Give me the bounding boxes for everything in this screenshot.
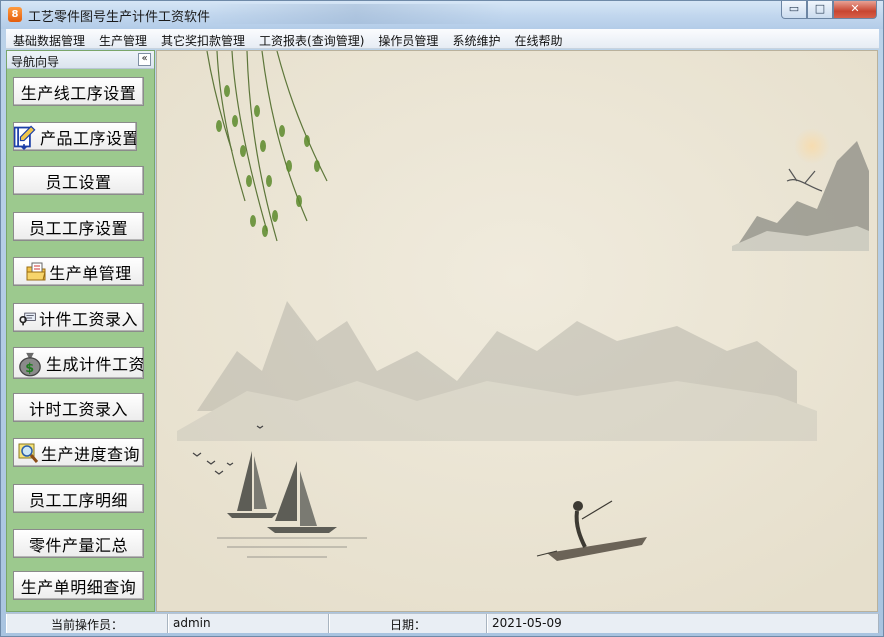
folder-document-icon	[26, 262, 46, 280]
close-button[interactable]: ✕	[833, 1, 877, 19]
sun	[794, 128, 830, 164]
sidebar-header: 导航向导 «	[7, 51, 154, 69]
nav-label: 生成计件工资	[46, 355, 144, 374]
status-date-value: 2021-05-09	[487, 614, 879, 633]
app-icon: 8	[8, 7, 22, 22]
nav-label: 生产线工序设置	[20, 83, 137, 103]
nav-label: 零件产量汇总	[28, 535, 128, 555]
nav-label: 计件工资录入	[38, 309, 138, 329]
sidebar-title: 导航向导	[11, 55, 60, 69]
ink-landscape-painting	[157, 51, 877, 611]
menu-basic-data[interactable]: 基础数据管理	[6, 29, 92, 49]
menu-online-help[interactable]: 在线帮助	[507, 29, 569, 49]
main-background-area	[156, 50, 878, 612]
menu-bonus-deduction[interactable]: 其它奖扣款管理	[154, 29, 252, 49]
menu-system[interactable]: 系统维护	[445, 29, 507, 49]
nav-label: 生产单明细查询	[20, 577, 137, 597]
title-bar[interactable]: 8 工艺零件图号生产计件工资软件 ▭ □ ✕	[1, 1, 883, 29]
nav-employee-process-details[interactable]: 员工工序明细	[13, 484, 144, 513]
nav-label: 计时工资录入	[28, 399, 128, 419]
nav-hourly-wage-entry[interactable]: 计时工资录入	[13, 393, 144, 422]
money-bag-icon: $	[19, 352, 41, 377]
nav-label: 生产进度查询	[40, 444, 140, 464]
nav-line-process-settings[interactable]: 生产线工序设置	[13, 77, 144, 106]
status-operator-label: 当前操作员：	[6, 614, 168, 633]
window-title: 工艺零件图号生产计件工资软件	[28, 10, 211, 25]
menu-bar: 基础数据管理 生产管理 其它奖扣款管理 工资报表(查询管理) 操作员管理 系统维…	[6, 29, 879, 49]
nav-piecework-wage-entry[interactable]: 计件工资录入	[13, 303, 144, 332]
nav-employee-settings[interactable]: 员工设置	[13, 166, 144, 195]
app-window: 8 工艺零件图号生产计件工资软件 ▭ □ ✕ 基础数据管理 生产管理 其它奖扣款…	[0, 0, 884, 637]
window-controls: ▭ □ ✕	[781, 1, 877, 19]
nav-label: 员工工序设置	[28, 218, 128, 238]
nav-label: 员工工序明细	[28, 490, 128, 510]
nav-employee-process-settings[interactable]: 员工工序设置	[13, 212, 144, 241]
menu-production[interactable]: 生产管理	[92, 29, 154, 49]
nav-part-output-summary[interactable]: 零件产量汇总	[13, 529, 144, 558]
nav-generate-piecework-wages[interactable]: $ 生成计件工资	[13, 347, 144, 379]
nav-production-order-detail-query[interactable]: 生产单明细查询	[13, 571, 144, 600]
status-date-label: 日期：	[329, 614, 487, 633]
nav-label: 员工设置	[45, 172, 112, 192]
maximize-button[interactable]: □	[807, 1, 833, 19]
minimize-button[interactable]: ▭	[781, 1, 807, 19]
nav-label: 产品工序设置	[40, 128, 137, 148]
status-operator-value: admin	[168, 614, 329, 633]
status-bar: 当前操作员： admin 日期： 2021-05-09	[6, 613, 879, 633]
nav-production-progress-query[interactable]: 生产进度查询	[13, 438, 144, 467]
key-card-icon	[19, 312, 36, 325]
title-bar-reflection	[206, 4, 506, 24]
navigation-sidebar: 导航向导 « 生产线工序设置 产品工序设置 员工设置 员工工序设置 生产单管理 …	[6, 50, 155, 612]
nav-product-process-settings[interactable]: 产品工序设置	[13, 122, 137, 151]
svg-text:$: $	[25, 360, 35, 375]
nav-label: 生产单管理	[49, 263, 132, 283]
menu-salary-reports[interactable]: 工资报表(查询管理)	[252, 29, 371, 49]
magnifier-icon	[18, 443, 39, 463]
notebook-edit-icon	[14, 125, 36, 150]
sidebar-collapse-button[interactable]: «	[138, 53, 151, 66]
nav-production-order-management[interactable]: 生产单管理	[13, 257, 144, 286]
menu-operators[interactable]: 操作员管理	[371, 29, 445, 49]
